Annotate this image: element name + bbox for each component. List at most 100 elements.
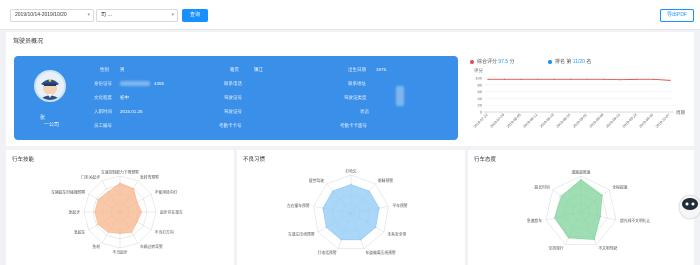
- score-point: [603, 78, 605, 80]
- rank-dot-icon: [548, 59, 552, 64]
- radar-axis-label: 空挡滑行: [548, 245, 563, 250]
- score-point: [553, 78, 555, 80]
- y-tick-label: 20: [478, 103, 483, 108]
- driver-select[interactable]: 司 … ▾: [96, 9, 178, 22]
- rank-legend: 排名 第 11/20 名: [548, 58, 591, 65]
- field-label: 入职时间: [94, 109, 112, 114]
- radar-point: [119, 182, 121, 184]
- radar-point: [322, 207, 324, 209]
- x-tick-label: 2019-09-09: [589, 113, 605, 129]
- x-tick-label: 2019-07-22: [473, 113, 489, 129]
- chevron-down-icon: ▾: [171, 12, 174, 18]
- radar-axis-label: 道路超限速: [572, 169, 591, 174]
- composite-score-legend: 综合评分 97.5 分: [470, 58, 515, 65]
- radar-point: [567, 237, 570, 239]
- radar-point: [374, 226, 377, 228]
- radar-point: [553, 217, 556, 219]
- radar-axis-label: 未系安全带: [387, 231, 406, 236]
- radar-axis-label: 门未关起步: [81, 175, 100, 180]
- radar-point: [94, 211, 96, 213]
- x-tick-label: 2019-08-05: [506, 113, 522, 129]
- y-tick-label: 40: [478, 96, 483, 101]
- x-tick-label: 2019-09-30: [638, 113, 654, 129]
- radar-point: [97, 223, 99, 226]
- radar-point: [132, 187, 135, 190]
- score-point: [487, 78, 489, 80]
- export-pdf-button[interactable]: 导出PDF: [660, 9, 694, 22]
- query-button[interactable]: 查询: [182, 9, 208, 22]
- field-label: 联系电话: [224, 81, 242, 86]
- radar-axis-label: 车速控制能力下降预警: [101, 169, 139, 174]
- radar-point: [131, 231, 133, 233]
- radar-axis-label: 左右撞车预警: [287, 203, 310, 208]
- radar-point: [107, 191, 110, 193]
- radar-area: [94, 182, 142, 234]
- field-label: 性别: [100, 67, 109, 72]
- rank-value: 11/20: [572, 59, 585, 65]
- radar-point: [599, 215, 602, 218]
- driver-company: 一公司: [44, 122, 60, 128]
- score-point: [636, 78, 638, 80]
- radar-point: [368, 190, 371, 192]
- score-point: [669, 79, 671, 81]
- radar-point: [136, 201, 138, 203]
- x-tick-label: 2019-07-29: [489, 113, 505, 129]
- radar-axis-label: 眼睛预警: [378, 178, 393, 183]
- radar-axis-label: 不当起步: [112, 249, 127, 254]
- radar-axis-label: 不文明驾驶: [598, 245, 617, 250]
- radar-axis-label: 急超车: [74, 229, 86, 234]
- radar-point: [107, 231, 110, 233]
- avatar: [34, 70, 66, 102]
- x-tick-label: 2019-10-07: [655, 113, 671, 129]
- skill-radar-chart: 车速控制能力下降预警急转弯预警不使用转向灯起步存在溜车不当打方向车辆过转弯警不当…: [51, 169, 183, 254]
- radar-point: [601, 194, 603, 196]
- field-label: 考勤卡卡面号: [340, 123, 367, 128]
- field-label: 驾驶证号: [224, 95, 242, 100]
- score-trend-chart: 评分1008060402002019-07-22 2019-07-29 2019-0…: [473, 67, 686, 129]
- field-label: 身份证号: [94, 81, 112, 86]
- radar-axis-label: 不当打方向: [155, 229, 174, 234]
- y-tick-label: 0: [480, 110, 483, 115]
- y-tick-label: 100: [475, 76, 482, 81]
- field-label: 籍贯: [230, 67, 239, 72]
- radar-point: [360, 239, 362, 241]
- x-tick-label: 2019-08-19: [539, 113, 555, 129]
- field-label: 驾驶证号: [224, 109, 242, 114]
- radar-axis-label: 车道左压线预警: [288, 231, 315, 236]
- y-axis-label: 评分: [474, 67, 483, 74]
- assistant-robot-icon[interactable]: [676, 190, 700, 224]
- radar-axis-label: 平车预警: [392, 203, 407, 208]
- y-tick-label: 80: [478, 82, 483, 87]
- driver-avatar-icon: [39, 79, 61, 100]
- field-label: 状态: [360, 109, 369, 114]
- composite-dot-icon: [470, 59, 474, 64]
- radar-axis-label: 急速超车: [527, 218, 542, 223]
- score-point: [570, 78, 572, 80]
- radar-axis-label: 车辆超车时碰撞预警: [51, 189, 85, 194]
- chevron-down-icon: ▾: [87, 12, 90, 18]
- score-series-line: [488, 78, 671, 81]
- radar-axis-label: 全程超速: [612, 184, 627, 189]
- radar-axis-label: 急转弯预警: [140, 175, 159, 180]
- driver-name: 张: [40, 115, 46, 121]
- field-label: 出生日期: [348, 67, 366, 72]
- composite-score-unit: 分: [509, 59, 515, 65]
- score-point: [503, 78, 506, 80]
- composite-score-label: 综合评分: [477, 59, 498, 65]
- field-label: 文化程度: [94, 95, 112, 100]
- rank-label: 排名 第: [555, 59, 572, 65]
- date-range-select[interactable]: 2019/10/14-2019/10/20 ▾: [10, 9, 94, 22]
- radar-axis-label: 打电话预警: [318, 250, 337, 255]
- field-value: 镇江: [254, 67, 263, 72]
- score-point: [619, 79, 621, 81]
- score-point: [520, 78, 522, 80]
- radar-point: [593, 238, 595, 241]
- field-label: 员工编号: [94, 123, 112, 128]
- radar-area: [322, 184, 380, 241]
- radar-axis-label: 打哈欠: [345, 168, 357, 173]
- score-point: [537, 78, 539, 80]
- rank-unit: 名: [586, 59, 592, 65]
- bad-habit-card: 不良习惯 打哈欠 眼睛预警 平车预警 未系安全带 车道偏离压线预警 打电话预警 车道左压线预…: [237, 150, 465, 265]
- radar-point: [340, 239, 342, 241]
- score-point: [586, 78, 588, 80]
